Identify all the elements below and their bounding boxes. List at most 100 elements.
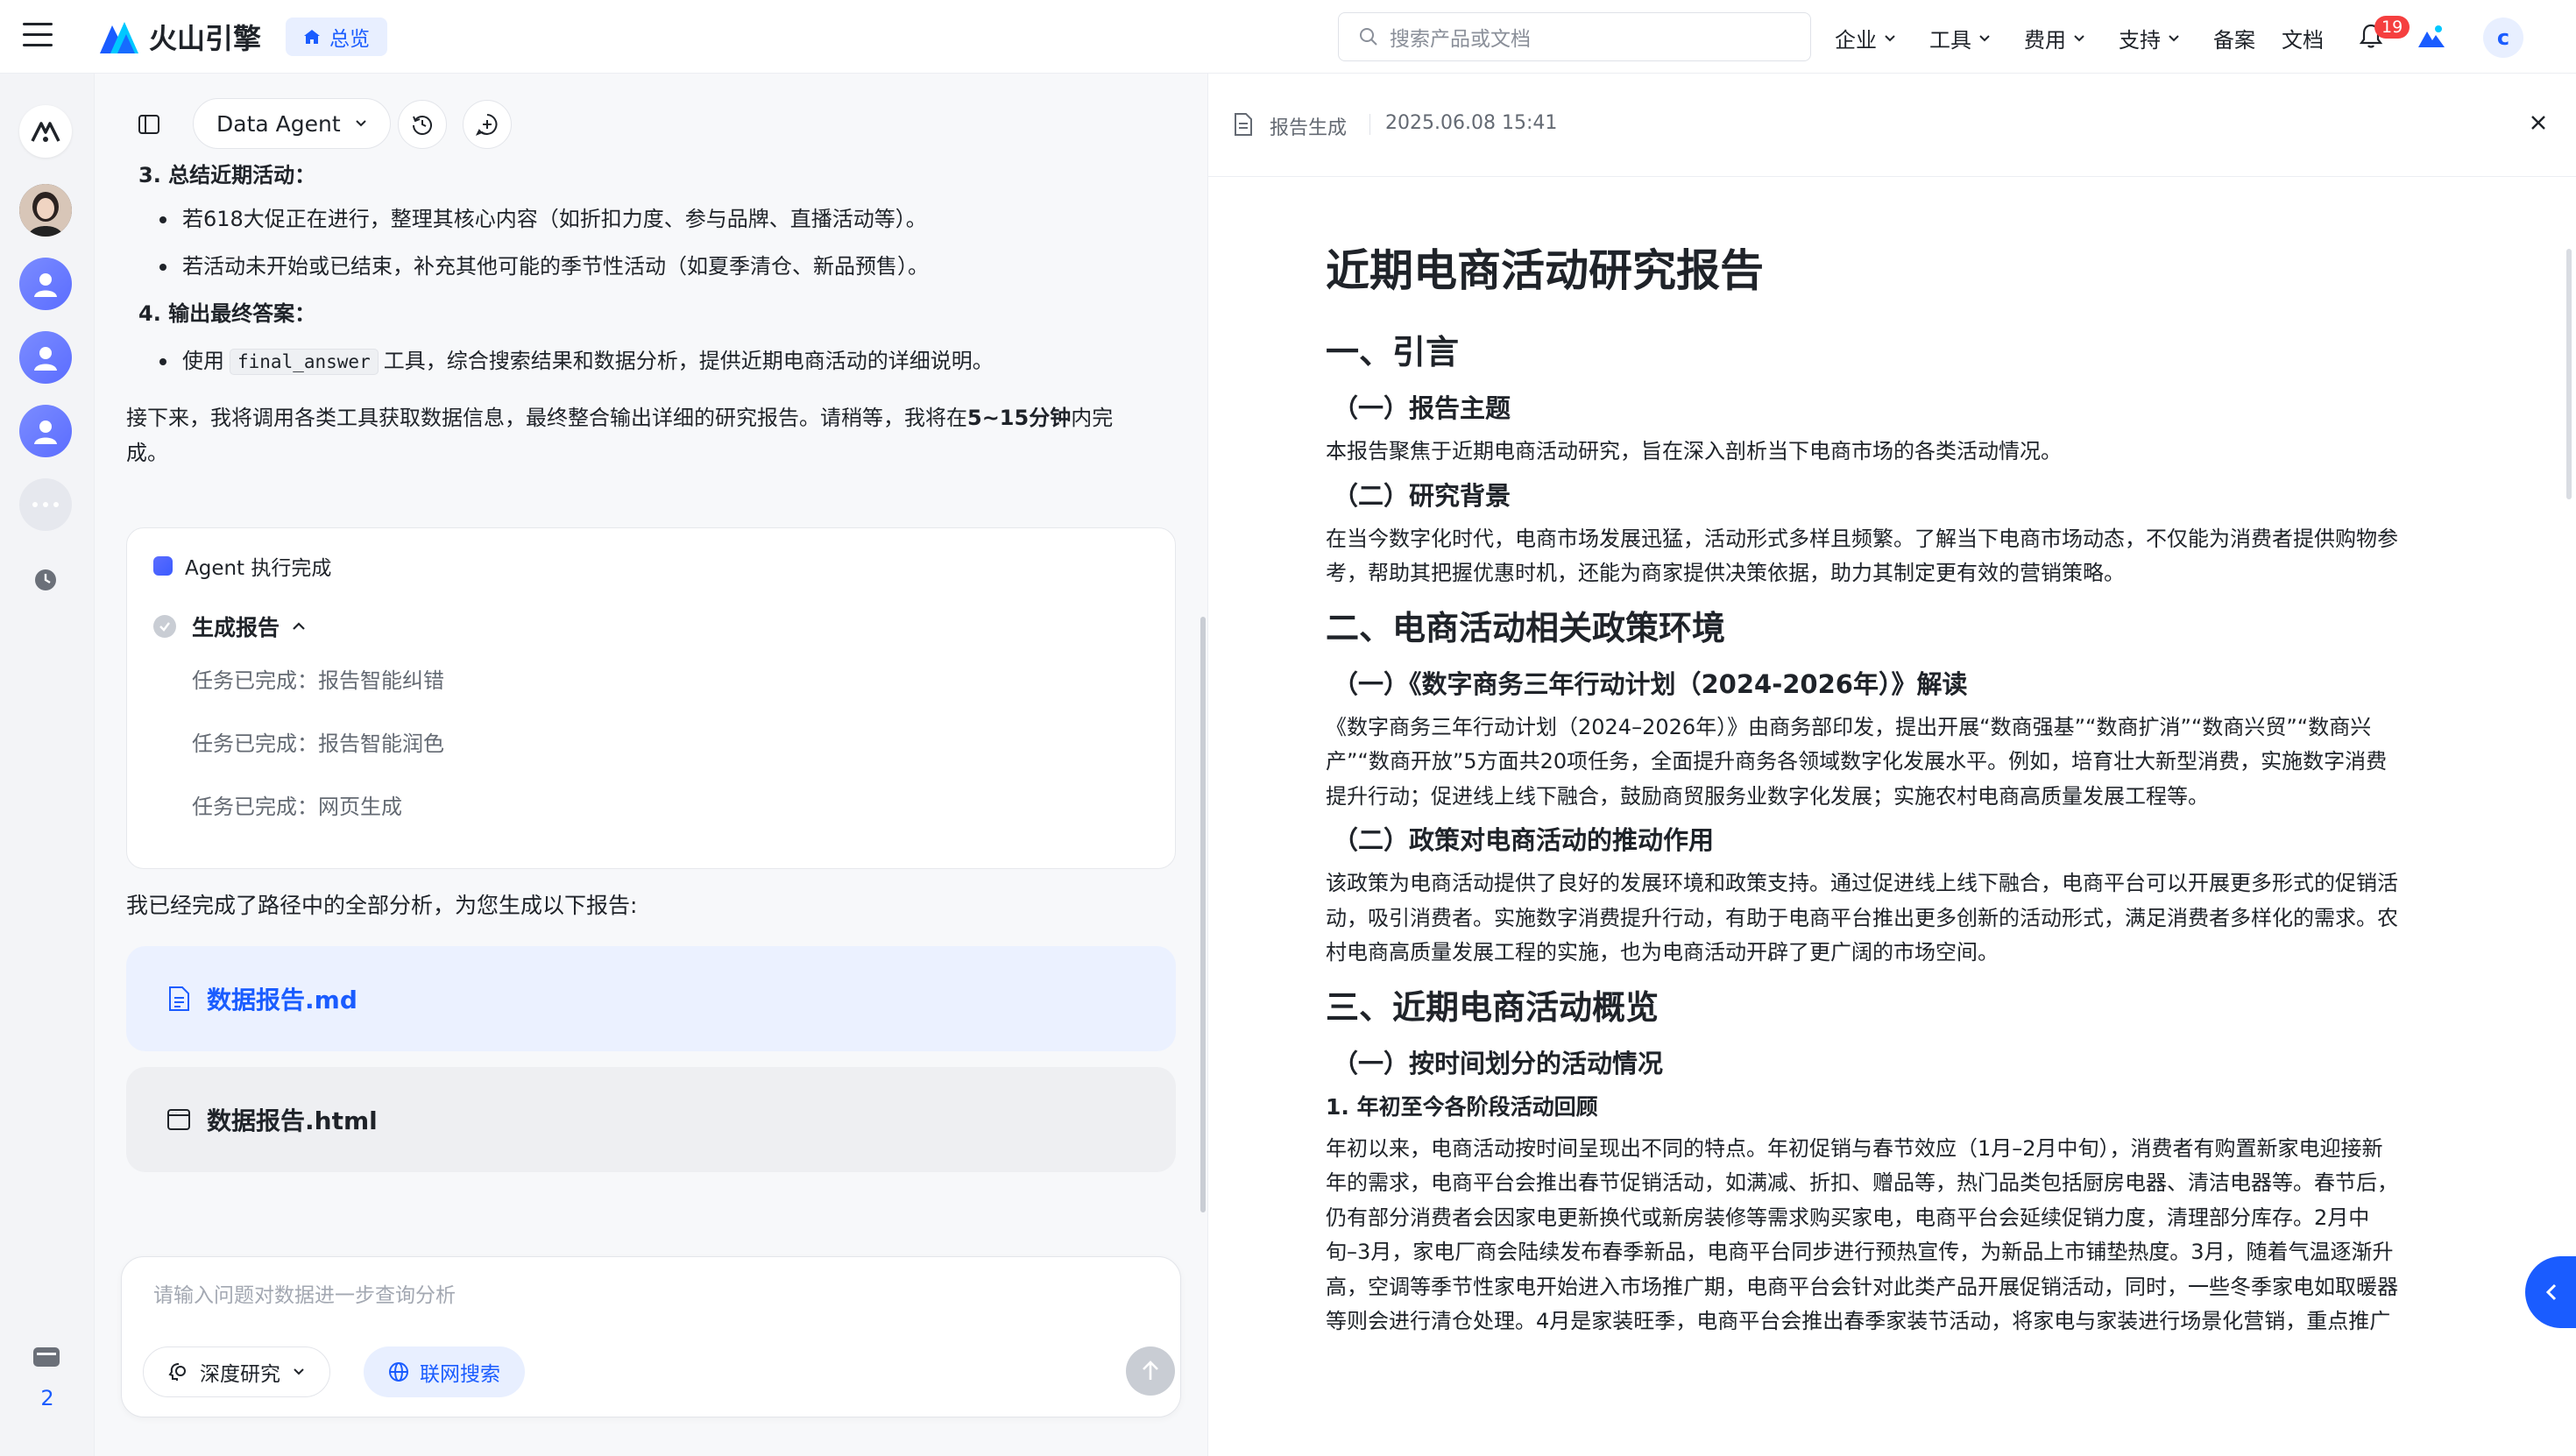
volcano-logo-icon bbox=[100, 22, 138, 53]
history-button[interactable] bbox=[398, 100, 447, 149]
history-clock-icon[interactable] bbox=[19, 554, 72, 606]
nav-label: 备案 bbox=[2213, 28, 2255, 53]
report-header-label: 报告生成 bbox=[1270, 117, 1348, 139]
left-rail: 2 bbox=[0, 74, 95, 1456]
report-scrollbar[interactable] bbox=[2566, 249, 2572, 499]
tray-icon[interactable] bbox=[32, 1344, 61, 1370]
agent-status-text: Agent 执行完成 bbox=[185, 557, 332, 580]
deep-research-button[interactable]: 深度研究 bbox=[143, 1346, 330, 1397]
search-icon bbox=[1360, 28, 1377, 46]
list-item: 使用 final_answer 工具，综合搜索结果和数据分析，提供近期电商活动的详细… bbox=[159, 343, 1178, 379]
chevron-down-icon bbox=[1885, 34, 1895, 41]
search-input[interactable]: 搜索产品或文档 bbox=[1338, 12, 1811, 61]
brand-name: 火山引擎 bbox=[149, 22, 262, 55]
section-heading: 二、电商活动相关政策环境 bbox=[1326, 608, 1726, 647]
notification-badge: 19 bbox=[2374, 16, 2410, 39]
task-item: 任务已完成：报告智能纠错 bbox=[192, 668, 444, 693]
input-placeholder: 请输入问题对数据进一步查询分析 bbox=[153, 1284, 456, 1307]
report-timestamp: 2025.06.08 15:41 bbox=[1385, 112, 1558, 134]
nav-label: 费用 bbox=[2024, 28, 2066, 53]
step-title: 4. 输出最终答案： bbox=[138, 301, 316, 326]
agent-status-icon bbox=[153, 556, 173, 576]
file-name: 数据报告.md bbox=[207, 986, 357, 1014]
nav-filing[interactable]: 备案 bbox=[2213, 23, 2255, 53]
home-icon bbox=[304, 30, 320, 44]
subsection-heading: （一）按时间划分的活动情况 bbox=[1333, 1048, 1664, 1078]
report-header: 报告生成 2025.06.08 15:41 bbox=[1208, 74, 2576, 177]
nav-docs[interactable]: 文档 bbox=[2282, 23, 2324, 53]
report-title: 近期电商活动研究报告 bbox=[1326, 245, 1764, 296]
nav-label: 支持 bbox=[2119, 28, 2161, 53]
file-card-md[interactable]: 数据报告.md bbox=[126, 946, 1176, 1051]
sidebar-toggle-button[interactable] bbox=[124, 100, 173, 149]
brand-logo[interactable]: 火山引擎 bbox=[98, 16, 261, 58]
person-icon bbox=[34, 421, 57, 444]
web-search-label: 联网搜索 bbox=[420, 1363, 500, 1386]
bullet-text: 使用 bbox=[182, 349, 224, 373]
subsection-heading: （二）政策对电商活动的推动作用 bbox=[1333, 825, 1715, 855]
nav-label: 文档 bbox=[2282, 28, 2324, 53]
chevron-down-icon bbox=[1979, 34, 1990, 41]
task-item: 任务已完成：报告智能润色 bbox=[192, 732, 444, 756]
paragraph-line: 等则会进行清仓处理。4月是家装旺季，电商平台会推出春季家装节活动，将家电与家装进… bbox=[1326, 1309, 2391, 1333]
deep-research-label: 深度研究 bbox=[200, 1363, 280, 1386]
user-icon[interactable] bbox=[19, 405, 72, 457]
mountain-icon[interactable] bbox=[2417, 23, 2446, 49]
user-icon[interactable] bbox=[19, 331, 72, 384]
user-icon[interactable] bbox=[19, 258, 72, 310]
chat-scrollbar[interactable] bbox=[1200, 617, 1206, 1212]
report-panel: 报告生成 2025.06.08 15:41 近期电商活动研究报告 一、引言 （一… bbox=[1207, 74, 2576, 1456]
chevron-down-icon bbox=[294, 1368, 304, 1375]
subsubsection-heading: 1. 年初至今各阶段活动回顾 bbox=[1326, 1093, 1598, 1120]
nav-tools[interactable]: 工具 bbox=[1929, 23, 1991, 53]
paragraph-line: 考，帮助其把握优惠时机，还能为商家提供决策依据，助力其制定更有效的营销策略。 bbox=[1326, 561, 2125, 585]
user-avatar[interactable]: c bbox=[2483, 18, 2523, 58]
check-icon bbox=[153, 615, 176, 638]
paragraph-line: 高，空调等季节性家电开始进入市场推广期，电商平台会针对此类产品开展促销活动，同时… bbox=[1326, 1274, 2398, 1299]
intro-text: 成。 bbox=[126, 441, 168, 465]
document-icon bbox=[1235, 113, 1252, 136]
paragraph-line: 产”“数商开放”5方面共20项任务，全面提升商务各领域数字化发展水平。例如，培育… bbox=[1326, 749, 2388, 774]
more-icon[interactable] bbox=[19, 478, 72, 531]
paragraph-line: 年初以来，电商活动按时间呈现出不同的特点。年初促销与春节效应（1月–2月中旬），… bbox=[1326, 1135, 2383, 1161]
history-icon bbox=[413, 116, 432, 135]
chevron-up-icon bbox=[293, 622, 305, 630]
agent-selector[interactable]: Data Agent bbox=[193, 98, 391, 149]
chat-input[interactable]: 请输入问题对数据进一步查询分析 深度研究 联网搜索 bbox=[121, 1256, 1181, 1417]
overview-button[interactable]: 总览 bbox=[286, 18, 387, 56]
close-icon[interactable] bbox=[2528, 112, 2549, 133]
paragraph-line: 旬–3月，家电厂商会陆续发布春季新品，电商平台同步进行预热宣传，为新品上市铺垫热… bbox=[1326, 1240, 2394, 1264]
section-heading: 三、近期电商活动概览 bbox=[1326, 987, 1660, 1027]
new-chat-button[interactable] bbox=[463, 100, 512, 149]
nav-support[interactable]: 支持 bbox=[2119, 23, 2180, 53]
search-placeholder: 搜索产品或文档 bbox=[1390, 28, 1531, 51]
intro-text: 内完 bbox=[1071, 406, 1114, 430]
nav-label: 企业 bbox=[1835, 28, 1877, 53]
paragraph-line: 该政策为电商活动提供了良好的发展环境和政策支持。通过促进线上线下融合，电商平台可… bbox=[1326, 871, 2398, 895]
list-item: 若活动未开始或已结束，补充其他可能的季节性活动（如夏季清仓、新品预售）。 bbox=[159, 249, 1178, 284]
agent-logo-icon[interactable] bbox=[19, 105, 72, 158]
menu-icon[interactable] bbox=[23, 23, 53, 49]
file-card-html[interactable]: 数据报告.html bbox=[126, 1067, 1176, 1172]
user-avatar[interactable] bbox=[19, 184, 72, 237]
send-button[interactable] bbox=[1126, 1346, 1175, 1396]
arrow-up-icon bbox=[1143, 1361, 1158, 1380]
subsection-heading: （一）报告主题 bbox=[1333, 393, 1511, 423]
generate-report-toggle[interactable]: 生成报告 bbox=[153, 611, 306, 642]
browser-icon bbox=[167, 1109, 190, 1130]
chevron-left-icon bbox=[2545, 1283, 2557, 1301]
person-photo-icon bbox=[19, 184, 72, 237]
paragraph-line: 在当今数字化时代，电商市场发展迅猛，活动形式多样且频繁。了解当下电商市场动态，不… bbox=[1326, 526, 2398, 551]
chevron-down-icon bbox=[2074, 34, 2084, 41]
chat-panel: Data Agent 3. 总结近期活动： 若618大促正在进行，整理其核心内容… bbox=[95, 74, 1207, 1456]
agent-mark-icon bbox=[31, 122, 60, 142]
sidebar-icon bbox=[138, 115, 159, 134]
nav-enterprise[interactable]: 企业 bbox=[1835, 23, 1896, 53]
paragraph: 在当今数字化时代，电商市场发展迅猛，活动形式多样且频繁。了解当下电商市场动态，不… bbox=[1326, 522, 2500, 591]
rail-count: 2 bbox=[40, 1386, 54, 1410]
paragraph: 《数字商务三年行动计划（2024–2026年）》由商务部印发，提出开展“数商强基… bbox=[1326, 710, 2500, 815]
nav-billing[interactable]: 费用 bbox=[2024, 23, 2085, 53]
web-search-button[interactable]: 联网搜索 bbox=[364, 1346, 525, 1397]
dots-icon bbox=[32, 502, 59, 507]
paragraph-line: 《数字商务三年行动计划（2024–2026年）》由商务部印发，提出开展“数商强基… bbox=[1326, 714, 2372, 739]
